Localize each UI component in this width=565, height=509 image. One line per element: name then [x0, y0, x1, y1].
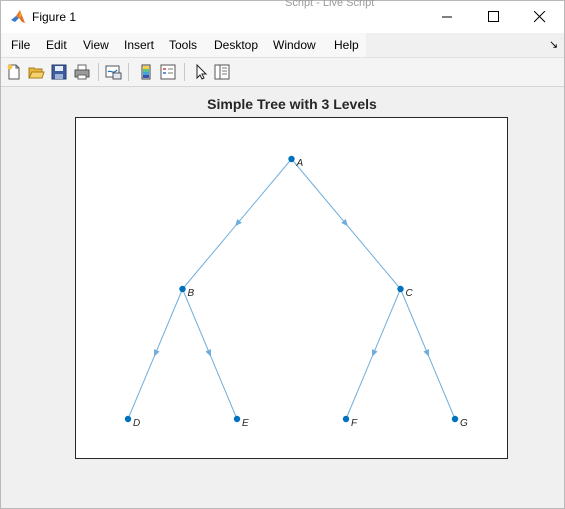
property-inspector-icon[interactable] — [213, 63, 231, 81]
node-label-D: D — [133, 418, 140, 429]
node-G[interactable] — [451, 415, 459, 423]
menu-edit[interactable]: Edit — [46, 38, 67, 52]
open-file-icon[interactable] — [27, 63, 45, 81]
node-label-E: E — [242, 418, 249, 429]
new-figure-icon[interactable] — [5, 63, 23, 81]
node-B[interactable] — [179, 285, 186, 293]
close-button[interactable] — [517, 1, 563, 33]
link-plot-icon[interactable] — [104, 63, 122, 81]
plot-title: Simple Tree with 3 Levels — [207, 96, 377, 112]
maximize-button[interactable] — [471, 1, 517, 33]
menu-bar: File Edit View Insert Tools Desktop Wind… — [1, 33, 564, 57]
maximize-icon — [488, 11, 499, 22]
node-A[interactable] — [288, 155, 295, 163]
menu-window[interactable]: Window — [273, 38, 316, 52]
menu-tools[interactable]: Tools — [169, 38, 197, 52]
figure-toolbar — [1, 57, 564, 87]
node-label-G: G — [460, 418, 468, 429]
menu-insert[interactable]: Insert — [124, 38, 154, 52]
window-title: Figure 1 — [32, 10, 77, 24]
close-icon — [534, 11, 546, 23]
edit-plot-arrow-icon[interactable] — [192, 63, 210, 81]
node-F[interactable] — [342, 415, 350, 423]
matlab-logo-icon — [11, 10, 25, 23]
tree-graph: A B C D E F G — [124, 155, 468, 429]
menu-desktop[interactable]: Desktop — [214, 38, 258, 52]
print-icon[interactable] — [73, 63, 91, 81]
node-E[interactable] — [233, 415, 241, 423]
node-label-B: B — [188, 288, 195, 299]
plot-axes[interactable]: A B C D E F G — [75, 117, 508, 459]
node-C[interactable] — [397, 285, 404, 293]
save-icon[interactable] — [50, 63, 68, 81]
node-label-C: C — [406, 288, 414, 299]
menu-help[interactable]: Help — [334, 38, 359, 52]
minimize-icon — [442, 16, 452, 18]
insert-legend-icon[interactable] — [159, 63, 177, 81]
node-label-F: F — [351, 418, 358, 429]
node-D[interactable] — [124, 415, 132, 423]
title-bar[interactable]: Figure 1 Script - Live Script — [1, 0, 564, 33]
menu-view[interactable]: View — [83, 38, 109, 52]
node-label-A: A — [296, 158, 304, 169]
minimize-button[interactable] — [425, 1, 471, 33]
menu-overflow-icon[interactable]: ↘ — [549, 38, 558, 51]
background-window-text: Script - Live Script — [285, 0, 375, 9]
menu-file[interactable]: File — [11, 38, 30, 52]
insert-colorbar-icon[interactable] — [137, 63, 155, 81]
